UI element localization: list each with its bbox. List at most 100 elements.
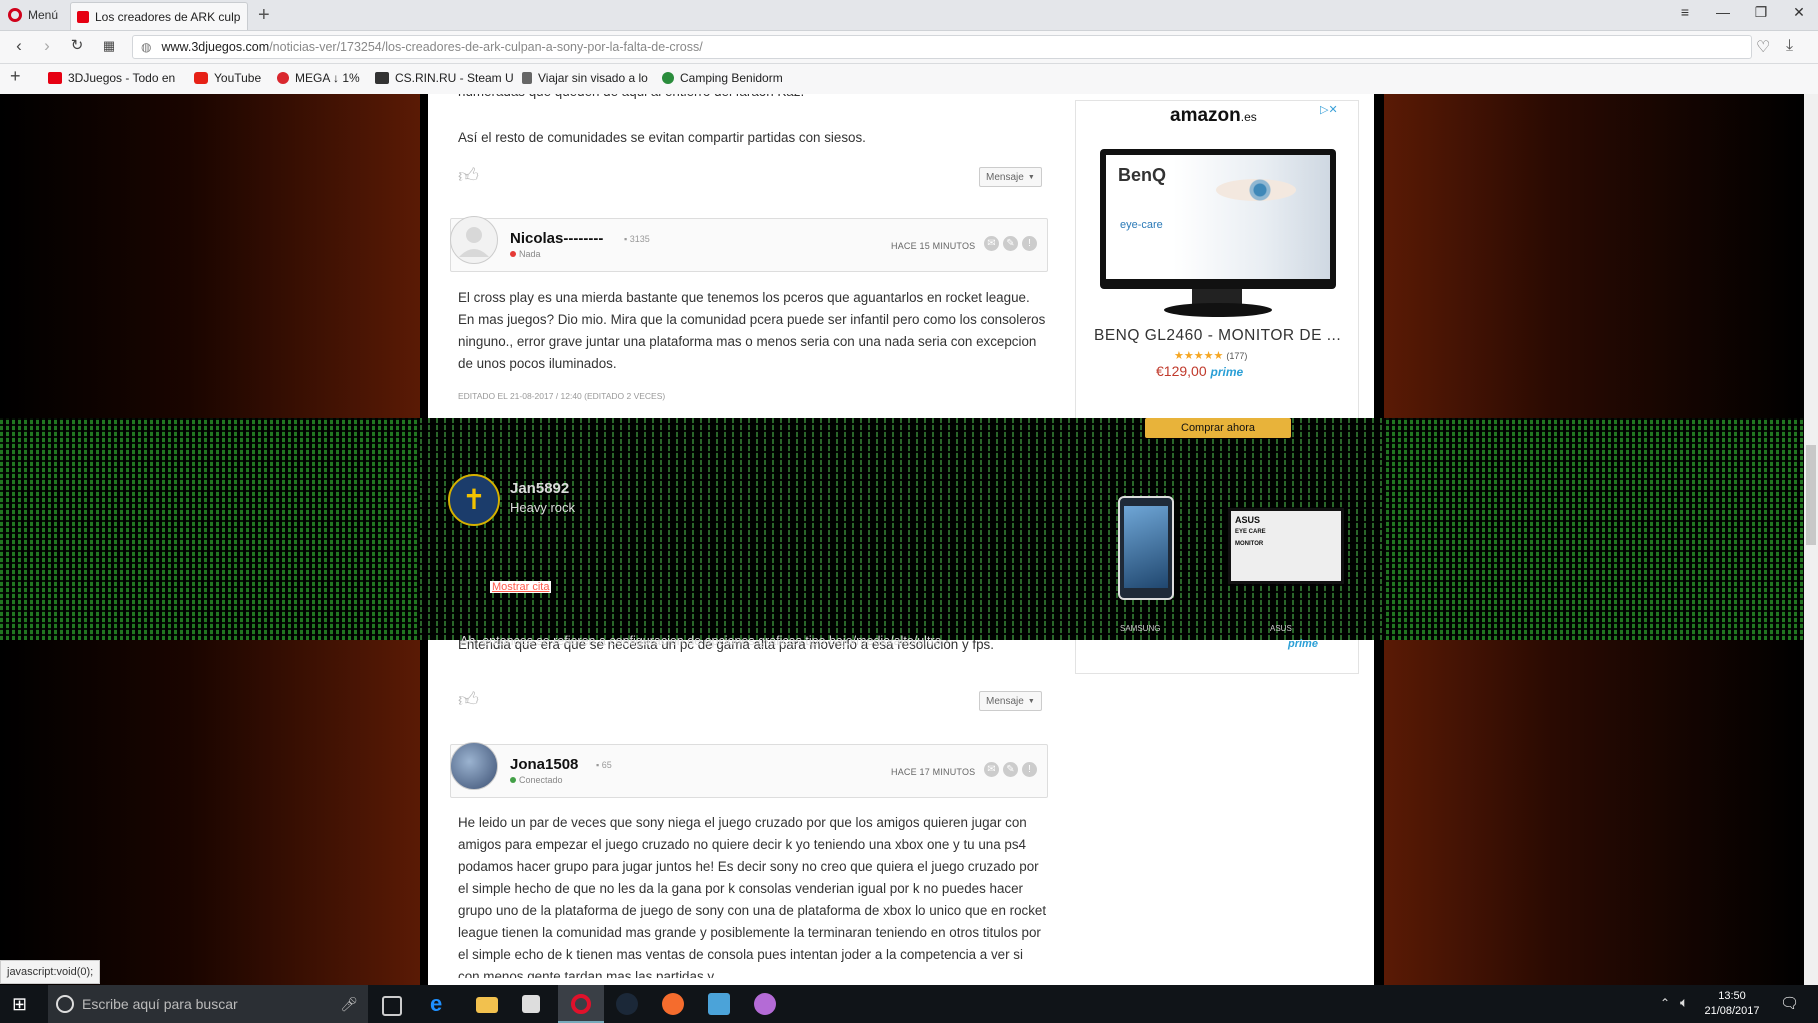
scrollbar-thumb[interactable]: [1806, 445, 1816, 545]
app-icon[interactable]: [708, 993, 730, 1015]
web-page: numeradas que queden de aqui al entierro…: [0, 94, 1818, 985]
amazon-logo: amazon.es: [1170, 105, 1257, 126]
report-icon[interactable]: !: [1022, 236, 1037, 251]
download-icon[interactable]: ⤓: [1786, 37, 1793, 55]
ad-product-title[interactable]: BENQ GL2460 - MONITOR DE ...: [1094, 327, 1341, 345]
notifications-icon[interactable]: 🗨︎: [1780, 994, 1799, 1012]
edge-icon[interactable]: e: [430, 991, 452, 1016]
status-dot-icon: [510, 777, 516, 783]
new-tab-icon[interactable]: +: [258, 4, 270, 27]
close-tab-icon[interactable]: ✕: [246, 8, 247, 25]
cortana-icon: [56, 995, 74, 1013]
3djuegos-icon: [48, 72, 62, 84]
opera-taskbar-button[interactable]: [558, 985, 604, 1023]
store-icon[interactable]: [522, 995, 540, 1013]
document-icon: [522, 72, 532, 84]
tab-menu-icon[interactable]: ≡: [1670, 4, 1700, 20]
back-icon[interactable]: ‹: [8, 36, 30, 56]
eye-image: [1216, 179, 1296, 201]
link-status-bar: javascript:void(0);: [0, 960, 101, 984]
taskbar-search-input[interactable]: Escribe aquí para buscar 🎤︎: [48, 985, 368, 1023]
user-status: Conectado: [510, 775, 563, 785]
message-button[interactable]: Mensaje ▼: [979, 691, 1042, 711]
task-view-icon[interactable]: [382, 996, 402, 1016]
quote-icon[interactable]: ✉: [984, 762, 999, 777]
post-username[interactable]: Jona1508: [510, 756, 578, 773]
edit-icon[interactable]: ✎: [1003, 236, 1018, 251]
monitor-base: [1164, 303, 1272, 317]
camping-icon: [662, 72, 674, 84]
tab-active[interactable]: Los creadores de ARK culp ✕: [70, 2, 248, 30]
add-bookmark-icon[interactable]: +: [10, 66, 21, 87]
user-status: Heavy rock: [510, 500, 576, 515]
post-username[interactable]: Jan5892: [510, 480, 569, 497]
origin-icon[interactable]: [662, 993, 684, 1015]
avatar[interactable]: [450, 742, 498, 790]
clock[interactable]: 13:50 21/08/2017: [1700, 989, 1764, 1019]
post-body: He leido un par de veces que sony niega …: [458, 815, 1047, 978]
opera-logo-icon: [8, 8, 22, 22]
report-icon[interactable]: !: [1022, 762, 1037, 777]
post-body: El cross play es una mierda bastante que…: [458, 290, 1046, 371]
samsung-phone-image[interactable]: [1118, 496, 1174, 600]
ad-price: €129,00 prime: [1156, 363, 1244, 379]
glitch-prime: prime: [1288, 638, 1318, 650]
csrin-icon: [375, 72, 389, 84]
asus-monitor-image[interactable]: ASUS EYE CARE MONITOR: [1228, 508, 1344, 584]
post-actions: ✉ ✎ !: [984, 236, 1037, 251]
default-user-icon: [459, 227, 489, 257]
avatar[interactable]: ✝: [448, 474, 500, 526]
glitch-brand-samsung: SAMSUNG: [1120, 624, 1161, 633]
bookmark-camping[interactable]: Camping Benidorm: [662, 71, 783, 85]
avatar[interactable]: [450, 216, 498, 264]
windows-start-icon[interactable]: ⊞: [12, 994, 27, 1015]
caret-down-icon: ▼: [1027, 697, 1035, 705]
adchoices-icon[interactable]: ▷✕: [1320, 103, 1338, 116]
minimize-icon[interactable]: —: [1708, 4, 1738, 20]
globe-icon: ◍: [141, 40, 152, 54]
bookmark-viajar[interactable]: Viajar sin visado a lo: [522, 71, 648, 85]
opera-menu-button[interactable]: Menú: [8, 5, 58, 25]
tab-bar: [0, 0, 1818, 31]
forward-icon[interactable]: ›: [36, 36, 58, 56]
close-window-icon[interactable]: ✕: [1784, 4, 1814, 21]
prev-post-text: Así el resto de comunidades se evitan co…: [458, 130, 866, 145]
bookmark-csrin[interactable]: CS.RIN.RU - Steam U: [375, 71, 514, 85]
post-actions: ✉ ✎ !: [984, 762, 1037, 777]
like-icon[interactable]: 👍︎: [458, 164, 479, 188]
url-input[interactable]: ◍ www.3djuegos.com/noticias-ver/173254/l…: [132, 35, 1752, 59]
windows-taskbar: ⊞ Escribe aquí para buscar 🎤︎ e ⌃ 🔈︎ 13:…: [0, 985, 1818, 1023]
comment-bubble-icon: ▪: [596, 760, 600, 770]
reload-icon[interactable]: ↻: [66, 36, 88, 54]
bookmark-youtube[interactable]: YouTube: [194, 71, 261, 85]
show-quote-link[interactable]: Mostrar cita: [490, 581, 552, 593]
monitor-image[interactable]: BenQ eye-care: [1100, 149, 1336, 289]
microphone-icon[interactable]: 🎤︎: [340, 996, 358, 1013]
post-count: ▪ 65: [596, 760, 612, 770]
app-purple-icon[interactable]: [754, 993, 776, 1015]
message-button[interactable]: Mensaje ▼: [979, 167, 1042, 187]
restore-icon[interactable]: ❐: [1746, 4, 1776, 21]
glitch-brand-asus: ASUS: [1270, 624, 1292, 633]
post-count: ▪ 3135: [624, 234, 650, 244]
comment-bubble-icon: ▪: [624, 234, 628, 244]
post-time: HACE 15 MINUTOS: [891, 241, 976, 251]
bookmark-3djuegos[interactable]: 3DJuegos - Todo en: [48, 71, 175, 85]
tab-title: Los creadores de ARK culp: [95, 9, 241, 24]
caret-down-icon: ▼: [1027, 173, 1035, 181]
file-explorer-icon[interactable]: [476, 997, 498, 1013]
bookmark-mega[interactable]: MEGA ↓ 1%: [277, 71, 360, 85]
status-dot-icon: [510, 251, 516, 257]
volume-icon[interactable]: 🔈︎: [1680, 994, 1688, 1011]
product-brand: BenQ: [1118, 165, 1167, 185]
like-icon[interactable]: 👍︎: [458, 688, 479, 712]
buy-now-button[interactable]: Comprar ahora: [1145, 418, 1291, 438]
post-username[interactable]: Nicolas--------: [510, 230, 603, 247]
speed-dial-icon[interactable]: ▦: [98, 38, 120, 54]
steam-icon[interactable]: [616, 993, 638, 1015]
edit-icon[interactable]: ✎: [1003, 762, 1018, 777]
quote-icon[interactable]: ✉: [984, 236, 999, 251]
bookmark-heart-icon[interactable]: ♡: [1756, 37, 1770, 57]
tray-chevron-icon[interactable]: ⌃: [1660, 996, 1670, 1010]
rating-stars: ★★★★★ (177): [1174, 350, 1248, 362]
